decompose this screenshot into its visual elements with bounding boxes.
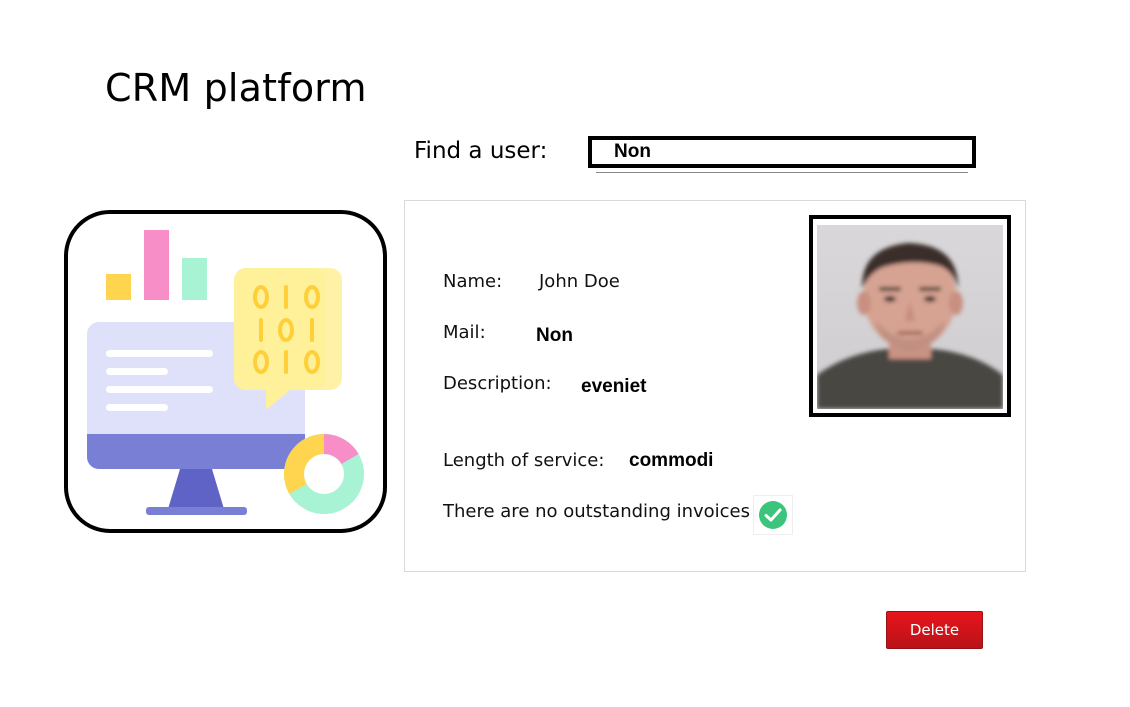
crm-page: CRM platform Find a user: Non Name: John… [0,0,1130,707]
mail-value: Non [536,325,573,346]
bar-yellow [106,274,131,300]
crm-dashboard-illustration [64,210,387,533]
user-details-card: Name: John Doe Mail: Non Description: ev… [404,200,1026,572]
description-value: eveniet [581,376,647,397]
crm-dashboard-icon [87,230,364,515]
user-photo-frame [809,215,1011,417]
delete-button[interactable]: Delete [886,611,983,649]
invoices-status-text: There are no outstanding invoices [443,501,751,522]
donut-chart [284,433,364,514]
description-label: Description: [443,373,552,394]
find-user-label: Find a user: [414,138,548,164]
service-length-label: Length of service: [443,450,605,471]
find-user-field[interactable] [588,136,976,173]
name-value: John Doe [539,271,620,292]
bar-mint [182,258,207,300]
name-label: Name: [443,271,503,292]
mail-label: Mail: [443,322,486,343]
find-user-input[interactable] [592,140,972,164]
service-length-value: commodi [629,450,714,471]
bar-pink [144,230,169,300]
monitor-bezel [87,434,305,469]
user-portrait-photo [817,225,1003,409]
check-circle-icon [759,501,787,529]
page-title: CRM platform [105,66,367,110]
monitor-stand [168,469,224,509]
invoices-status-badge [753,495,793,535]
monitor-base [146,507,247,515]
